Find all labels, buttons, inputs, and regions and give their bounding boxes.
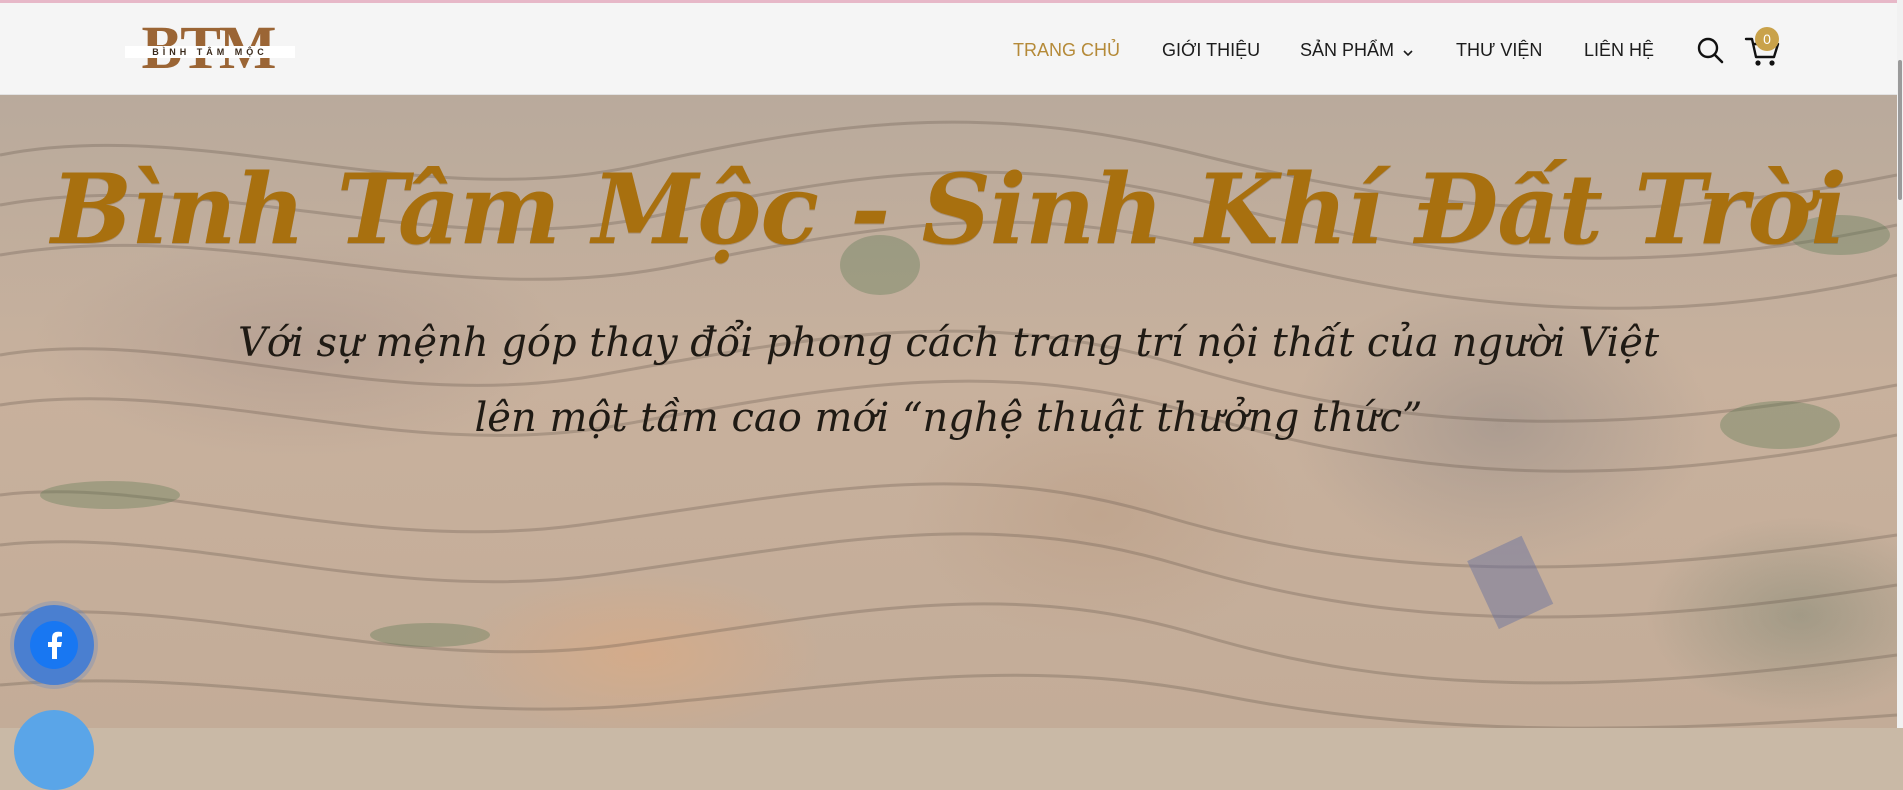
brand-logo[interactable]: BTM BÌNH TÂM MỘC <box>125 18 295 80</box>
nav-item-san-pham[interactable]: SẢN PHẨM <box>1300 38 1413 63</box>
cart-count-badge: 0 <box>1755 27 1779 51</box>
secondary-float-button[interactable] <box>14 710 94 790</box>
facebook-icon <box>30 621 78 669</box>
hero-subtitle-line-1: Với sự mệnh góp thay đổi phong cách tran… <box>237 320 1660 366</box>
nav-item-thu-vien[interactable]: THƯ VIỆN <box>1456 38 1542 62</box>
hero-banner: Bình Tâm Mộc - Sinh Khí Đất Trời Với sự … <box>0 95 1897 728</box>
site-header: BTM BÌNH TÂM MỘC TRANG CHỦ GIỚI THIỆU SẢ… <box>0 3 1897 95</box>
nav-item-label: GIỚI THIỆU <box>1162 40 1261 60</box>
nav-item-label: TRANG CHỦ <box>1013 40 1120 60</box>
nav-item-gioi-thieu[interactable]: GIỚI THIỆU <box>1162 38 1260 62</box>
nav-item-label: THƯ VIỆN <box>1456 40 1543 60</box>
nav-item-label: LIÊN HỆ <box>1584 40 1655 60</box>
hero-subtitle-line-2: lên một tầm cao mới “nghệ thuật thưởng t… <box>474 395 1423 441</box>
nav-item-label: SẢN PHẨM <box>1300 40 1395 60</box>
search-icon[interactable] <box>1696 36 1724 64</box>
facebook-float-button[interactable] <box>14 605 94 685</box>
nav-item-lien-he[interactable]: LIÊN HỆ <box>1584 38 1654 62</box>
scrollbar-thumb[interactable] <box>1898 60 1902 200</box>
nav-item-trang-chu[interactable]: TRANG CHỦ <box>1013 38 1120 62</box>
hero-title: Bình Tâm Mộc - Sinh Khí Đất Trời <box>51 153 1847 266</box>
page-scrollbar[interactable] <box>1897 0 1903 728</box>
chevron-down-icon <box>1403 39 1413 63</box>
logo-subtitle: BÌNH TÂM MỘC <box>152 47 268 57</box>
